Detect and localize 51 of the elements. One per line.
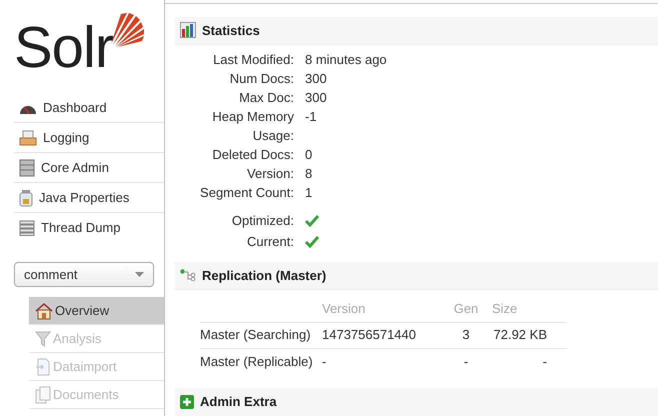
- stat-label: Segment Count:: [199, 184, 295, 202]
- nav-item[interactable]: Java Properties: [14, 183, 164, 213]
- core-menu-item[interactable]: Overview: [29, 297, 164, 325]
- table-cell: -: [322, 348, 444, 374]
- stat-label: Last Modified:: [212, 50, 295, 69]
- stat-label: Heap Memory: [211, 108, 295, 126]
- stat-value: 300: [305, 88, 327, 107]
- jar-icon: [19, 188, 33, 206]
- nav-item[interactable]: Thread Dump: [14, 213, 164, 243]
- table-cell: 72.92 KB: [488, 322, 567, 348]
- stat-value: -1: [305, 108, 317, 126]
- table-cell: 3: [444, 322, 488, 348]
- documents-icon: [35, 386, 51, 404]
- stack-icon: [19, 220, 35, 236]
- section-title: Statistics: [202, 22, 260, 40]
- tray-icon: [19, 130, 37, 146]
- bar-chart-icon: [180, 22, 196, 38]
- stat-value: 0: [305, 146, 312, 164]
- core-selector[interactable]: comment: [14, 262, 154, 287]
- server-icon: [19, 158, 35, 176]
- nav-item[interactable]: Core Admin: [14, 153, 164, 183]
- plus-icon: [180, 394, 194, 409]
- column-header: Version: [322, 296, 444, 322]
- stat-label: Deleted Docs:: [211, 146, 295, 164]
- table-cell: -: [444, 348, 488, 374]
- stat-label: Current:: [246, 232, 295, 251]
- stat-value: 8: [305, 164, 312, 183]
- house-icon: [35, 302, 53, 320]
- column-header: Size: [488, 296, 567, 322]
- column-header: Gen: [444, 296, 488, 322]
- section-title: Admin Extra: [200, 393, 277, 412]
- logo-text: Solr: [14, 16, 114, 80]
- table-cell: -: [488, 348, 567, 374]
- stat-label: Num Docs:: [228, 70, 295, 88]
- stat-label: Optimized:: [230, 212, 295, 230]
- stat-label: Max Doc:: [238, 88, 295, 107]
- caret-icon: [135, 272, 144, 277]
- table-cell: Master (Searching): [200, 322, 322, 348]
- stat-value: 300: [305, 70, 327, 88]
- section-title: Replication (Master): [202, 266, 326, 285]
- stat-value: 1: [305, 184, 312, 202]
- table-cell: Master (Replicable): [200, 348, 322, 374]
- nav-item[interactable]: Logging: [14, 123, 164, 153]
- stat-label: Version:: [246, 164, 295, 183]
- table-cell: 1473756571440: [322, 322, 444, 348]
- tree-icon: [180, 269, 196, 282]
- stat-value: 8 minutes ago: [305, 50, 387, 69]
- nav-item[interactable]: Dashboard: [14, 93, 164, 123]
- stat-label: Usage:: [252, 126, 295, 145]
- funnel-icon: [35, 330, 51, 348]
- document-icon: [35, 358, 51, 376]
